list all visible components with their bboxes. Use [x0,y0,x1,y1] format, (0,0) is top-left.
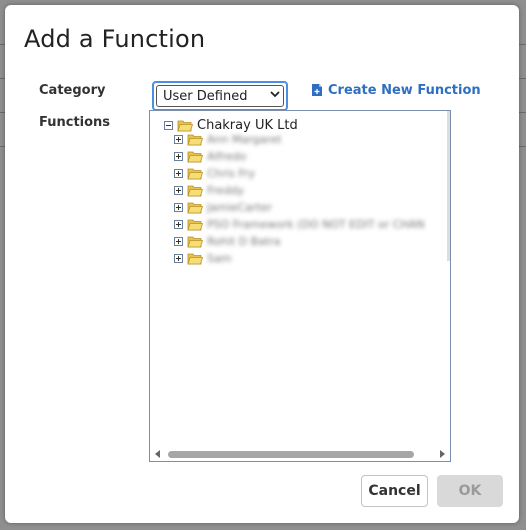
tree-item-label: Sam [207,252,232,265]
create-new-function-link[interactable]: Create New Function [311,81,481,99]
folder-icon [187,253,203,265]
tree-item[interactable]: Freddy [174,182,244,199]
expand-icon[interactable] [174,237,183,246]
add-function-dialog: Add a Function Category Functions User D… [5,5,519,523]
collapse-icon[interactable] [164,120,173,130]
folder-icon [187,134,203,146]
category-select-value: User Defined [156,85,284,107]
folder-icon [187,185,203,197]
expand-icon[interactable] [174,203,183,212]
tree-item-label: PSO Framework (DO NOT EDIT or CHAN [207,218,425,231]
scrollbar-thumb[interactable] [168,451,414,458]
tree-item[interactable]: Rohit D Batra [174,233,281,250]
tree-item[interactable]: PSO Framework (DO NOT EDIT or CHAN [174,216,425,233]
new-file-icon [312,84,322,96]
tree-item[interactable]: Ann Margaret [174,131,282,148]
dialog-title: Add a Function [24,25,206,53]
expand-icon[interactable] [174,152,183,161]
create-new-function-label: Create New Function [328,82,481,98]
tree-item[interactable]: JamieCarter [174,199,272,216]
chevron-down-icon [270,91,280,98]
category-label: Category [39,83,106,98]
cancel-button[interactable]: Cancel [361,475,428,507]
folder-icon [187,151,203,163]
expand-icon[interactable] [174,254,183,263]
expand-icon[interactable] [174,220,183,229]
tree-item-label: JamieCarter [207,201,273,214]
tree-item-label: Chris Fry [207,167,256,180]
tree-item-label: Freddy [207,184,245,197]
horizontal-scrollbar[interactable] [150,447,450,461]
tree-item[interactable]: Sam [174,250,231,267]
vertical-scrollbar[interactable] [447,111,450,261]
folder-icon [187,219,203,231]
category-select[interactable]: User Defined [152,81,288,111]
tree-item-label: Ann Margaret [207,133,282,146]
folder-icon [187,202,203,214]
tree-item[interactable]: Alfredo [174,148,246,165]
tree-item-label: Alfredo [207,150,247,163]
folder-icon [187,236,203,248]
expand-icon[interactable] [174,135,183,144]
tree-item[interactable]: Chris Fry [174,165,255,182]
ok-button[interactable]: OK [437,475,503,507]
expand-icon[interactable] [174,186,183,195]
tree-item-label: Rohit D Batra [207,235,281,248]
functions-tree[interactable]: Chakray UK Ltd Ann Margaret Alfredo Chri… [149,110,451,462]
scroll-left-icon[interactable] [155,450,160,458]
scroll-right-icon[interactable] [440,450,445,458]
folder-icon [187,168,203,180]
folder-open-icon [177,120,193,131]
functions-label: Functions [39,115,111,130]
expand-icon[interactable] [174,169,183,178]
